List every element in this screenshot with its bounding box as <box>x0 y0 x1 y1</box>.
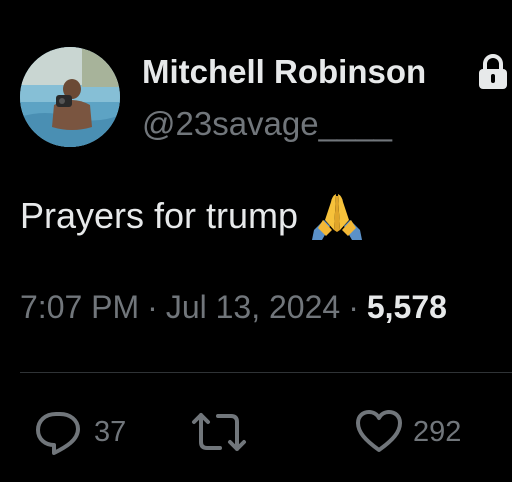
retweet-button[interactable] <box>190 408 248 456</box>
like-button[interactable]: 292 <box>355 408 461 456</box>
separator: · <box>147 289 158 325</box>
display-name[interactable]: Mitchell Robinson <box>142 52 426 92</box>
tweet-meta: 7:07 PM · Jul 13, 2024 · 5,578 <box>20 286 447 328</box>
tweet-date[interactable]: Jul 13, 2024 <box>166 289 340 325</box>
reply-count: 37 <box>94 415 127 448</box>
avatar[interactable] <box>20 47 120 147</box>
divider <box>20 372 512 373</box>
heart-icon <box>356 410 402 452</box>
tweet-text: Prayers for trump <box>20 190 364 242</box>
separator: · <box>348 289 359 325</box>
views-count[interactable]: 5,578 <box>367 289 447 325</box>
lock-icon <box>479 54 507 89</box>
tweet-time[interactable]: 7:07 PM <box>20 289 139 325</box>
like-count: 292 <box>413 415 462 448</box>
retweet-icon <box>192 413 246 451</box>
handle[interactable]: @23savage____ <box>142 104 392 144</box>
reply-button[interactable]: 37 <box>34 408 126 456</box>
avatar-image <box>20 47 120 147</box>
tweet-body: Prayers for trump <box>20 195 299 236</box>
folded-hands-emoji <box>312 194 363 240</box>
reply-icon <box>36 412 80 455</box>
